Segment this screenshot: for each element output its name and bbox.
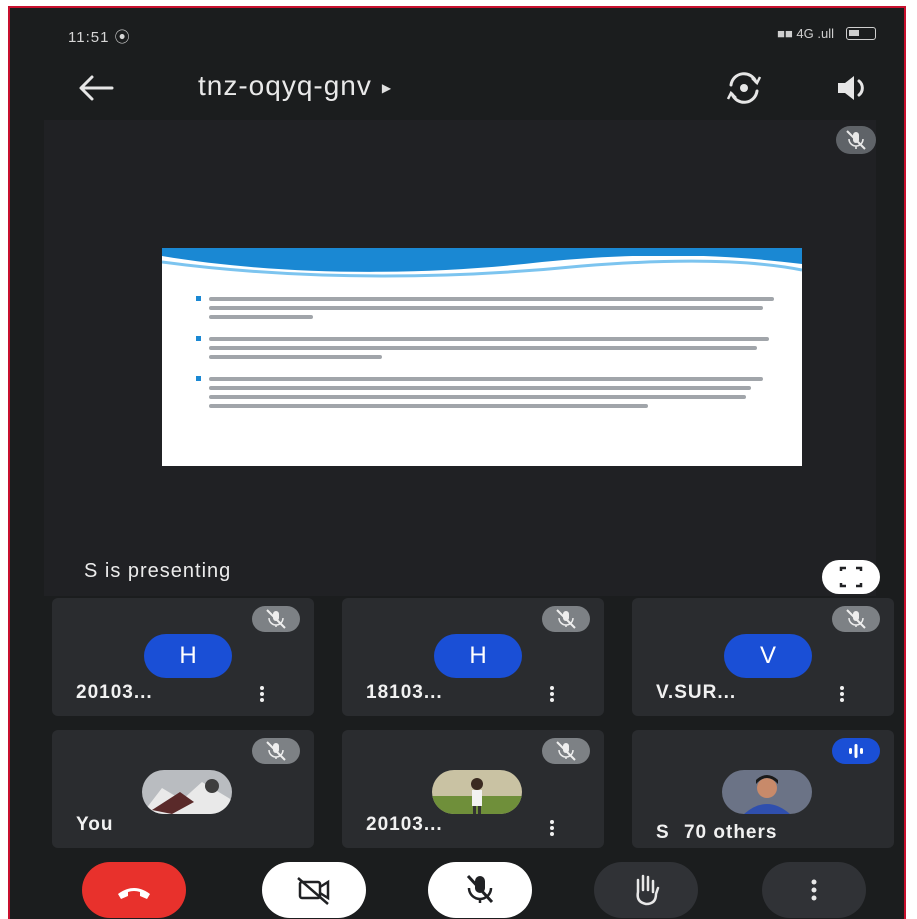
meet-screen: 11:51 ⦿ ■■ 4G .ull tnz-oqyq-gnv ▶ S is p… [8, 6, 906, 919]
mic-off-button[interactable] [428, 862, 532, 918]
status-indicators: ■■ 4G .ull [777, 26, 876, 41]
participant-name: S 70 others [656, 822, 777, 844]
speaker-icon[interactable] [832, 70, 872, 106]
meeting-code-text: tnz-oqyq-gnv [198, 70, 372, 101]
camera-switch-icon[interactable] [722, 68, 766, 108]
caret-right-icon: ▶ [381, 80, 393, 95]
slide-bullet [196, 292, 786, 324]
participant-tile[interactable]: S 70 others [632, 730, 894, 848]
call-controls [10, 854, 904, 919]
participant-tile[interactable]: H 20103... [52, 598, 314, 716]
top-bar: tnz-oqyq-gnv ▶ [10, 60, 904, 116]
profile-photo [142, 770, 232, 814]
camera-off-icon[interactable] [262, 862, 366, 918]
more-options-icon[interactable] [762, 862, 866, 918]
fullscreen-icon[interactable] [822, 560, 880, 594]
participant-name: 20103... [366, 814, 443, 835]
profile-photo [432, 770, 522, 814]
mic-off-icon [542, 606, 590, 632]
signal-indicators: ■■ 4G .ull [777, 26, 834, 41]
status-time: 11:51 ⦿ [68, 29, 131, 46]
participant-name: 18103... [366, 682, 443, 703]
bullet-icon [196, 376, 201, 381]
mic-off-icon [252, 738, 300, 764]
shared-slide [162, 248, 802, 466]
raise-hand-icon[interactable] [594, 862, 698, 918]
slide-bullet [196, 372, 786, 413]
others-count: 70 others [683, 822, 778, 843]
avatar: H [144, 634, 232, 678]
participant-initial: S [656, 822, 670, 843]
more-vert-icon[interactable] [548, 684, 556, 708]
battery-icon [846, 27, 876, 40]
arrow-left-icon[interactable] [74, 70, 118, 106]
more-vert-icon[interactable] [258, 684, 266, 708]
participant-name: 20103... [76, 682, 153, 703]
end-call-icon[interactable] [82, 862, 186, 918]
participant-name: V.SUR... [656, 682, 737, 703]
bullet-icon [196, 336, 201, 341]
audio-level-icon [832, 738, 880, 764]
meeting-code[interactable]: tnz-oqyq-gnv ▶ [198, 70, 392, 102]
more-vert-icon[interactable] [548, 818, 556, 842]
slide-text-block [196, 292, 786, 421]
avatar: V [724, 634, 812, 678]
mic-off-icon [836, 126, 876, 154]
status-bar: 11:51 ⦿ ■■ 4G .ull [10, 8, 904, 68]
bullet-icon [196, 296, 201, 301]
participant-name: You [76, 814, 114, 835]
mic-off-icon [832, 606, 880, 632]
participant-tile[interactable]: V V.SUR... [632, 598, 894, 716]
participant-tile[interactable]: H 18103... [342, 598, 604, 716]
participant-tile[interactable]: 20103... [342, 730, 604, 848]
slide-bullet [196, 332, 786, 364]
avatar: H [434, 634, 522, 678]
presentation-stage[interactable]: S is presenting [44, 120, 880, 596]
slide-header-wave [162, 248, 802, 278]
notification-icon: ⦿ [114, 29, 131, 46]
more-vert-icon[interactable] [838, 684, 846, 708]
presenting-label: S is presenting [84, 560, 232, 582]
participant-tile[interactable]: You [52, 730, 314, 848]
mic-off-icon [252, 606, 300, 632]
mic-off-icon [542, 738, 590, 764]
profile-photo [722, 770, 812, 814]
